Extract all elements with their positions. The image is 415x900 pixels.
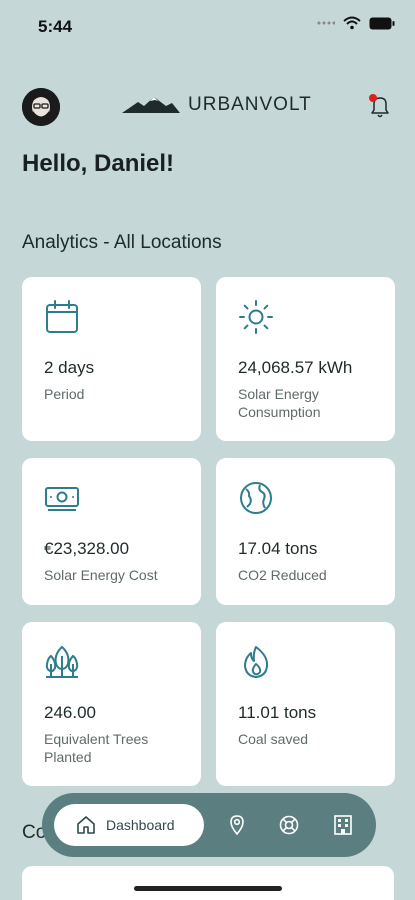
tab-dashboard[interactable]: Dashboard (54, 804, 204, 846)
card-value: 2 days (44, 358, 95, 377)
tab-dashboard-label: Dashboard (106, 817, 175, 833)
avatar[interactable] (22, 88, 60, 126)
card-period[interactable]: 2 days Period (22, 277, 201, 441)
card-coal-saved[interactable]: 11.01 tons Coal saved (216, 622, 395, 786)
bottom-tab-bar: Dashboard (42, 793, 376, 857)
card-solar-cost[interactable]: €23,328.00 Solar Energy Cost (22, 458, 201, 605)
dots-icon (317, 21, 335, 25)
brand-name: URBANVOLT (188, 94, 312, 115)
card-value: €23,328.00 (44, 539, 130, 558)
notification-dot (369, 94, 377, 102)
location-pin-icon[interactable] (226, 814, 248, 836)
analytics-title: Analytics - All Locations (22, 232, 222, 253)
card-solar-consumption[interactable]: 24,068.57 kWh Solar Energy Consumption (216, 277, 395, 441)
card-label: Coal saved (238, 731, 309, 747)
globe-icon (240, 482, 272, 514)
home-icon (77, 816, 95, 834)
next-section-card[interactable] (22, 866, 394, 900)
flame-icon (244, 646, 269, 678)
status-icons (317, 16, 395, 30)
notifications-button[interactable] (367, 92, 393, 120)
battery-icon (369, 17, 395, 29)
building-icon[interactable] (332, 814, 354, 836)
card-value: 11.01 tons (238, 703, 317, 722)
money-icon (45, 487, 79, 511)
card-value: 246.00 (44, 703, 96, 722)
app-header: URBANVOLT (0, 86, 415, 130)
wifi-icon (343, 16, 361, 30)
card-value: 24,068.57 kWh (238, 358, 353, 377)
card-value: 17.04 tons (238, 539, 318, 558)
card-label: Solar Energy Consumption (238, 386, 321, 420)
status-bar: 5:44 (0, 0, 415, 52)
status-time: 5:44 (38, 17, 73, 36)
card-label: Equivalent Trees Planted (44, 731, 149, 765)
sun-icon (239, 300, 273, 334)
calendar-icon (46, 300, 78, 333)
home-indicator (134, 886, 282, 891)
card-label: CO2 Reduced (238, 567, 327, 583)
card-label: Period (44, 386, 85, 402)
trees-icon (45, 645, 79, 678)
avatar-icon (22, 88, 60, 126)
mountain-logo-icon (122, 97, 180, 113)
card-co2-reduced[interactable]: 17.04 tons CO2 Reduced (216, 458, 395, 605)
greeting: Hello, Daniel! (22, 150, 175, 177)
brand-logo: URBANVOLT (122, 94, 312, 116)
card-trees-planted[interactable]: 246.00 Equivalent Trees Planted (22, 622, 201, 786)
support-icon[interactable] (278, 814, 300, 836)
card-label: Solar Energy Cost (44, 567, 158, 583)
